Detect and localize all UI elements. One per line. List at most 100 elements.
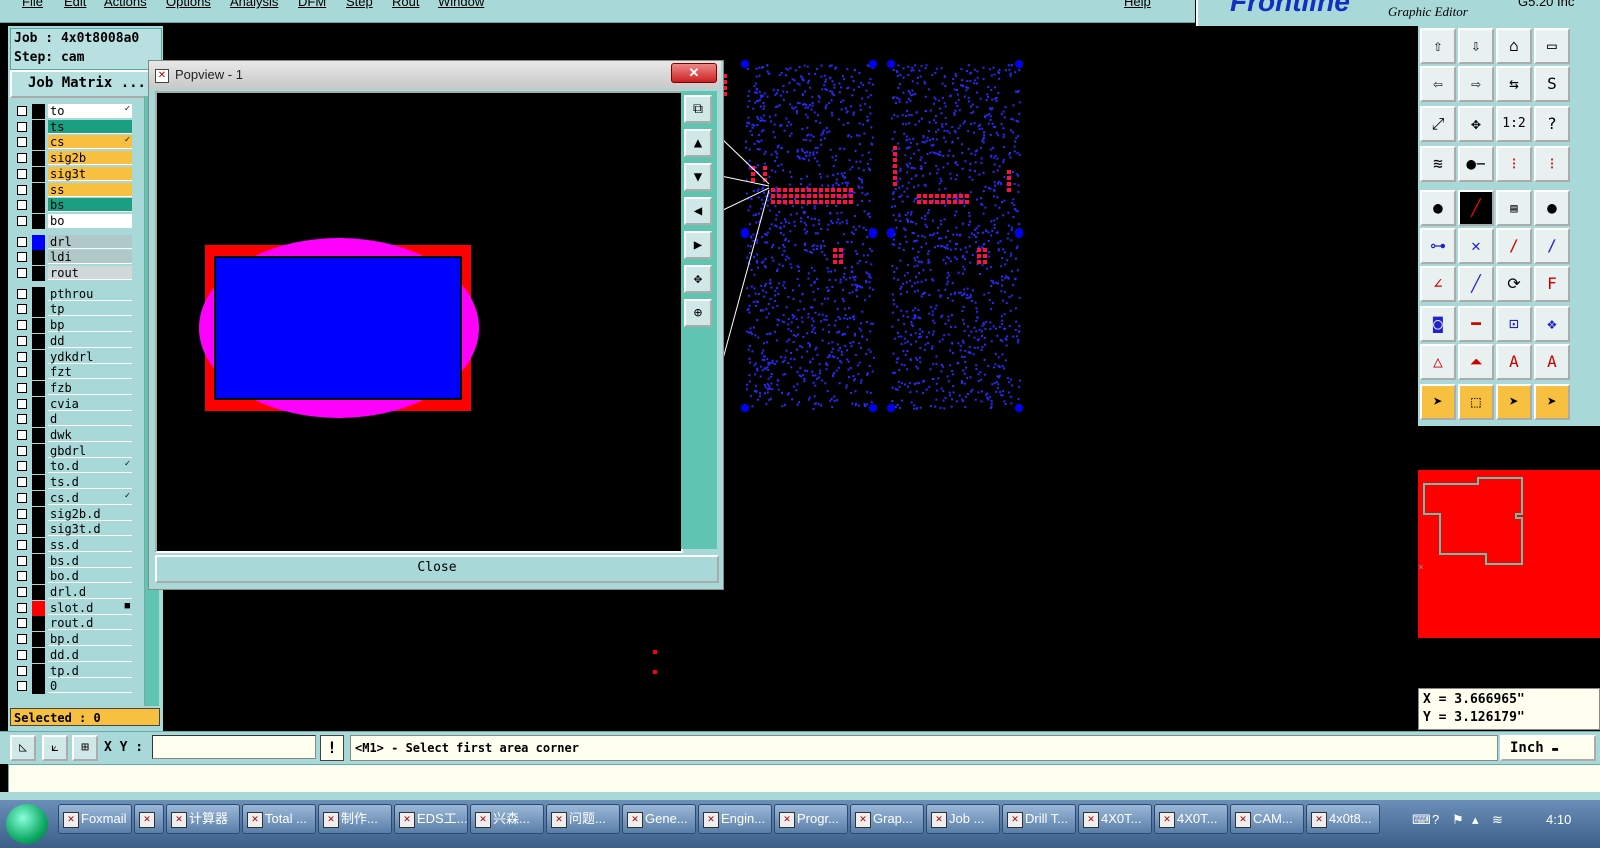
- pan-left-icon[interactable]: ⇦: [1420, 66, 1456, 102]
- layer-checkbox[interactable]: [17, 398, 27, 409]
- layer-name[interactable]: to.d: [48, 459, 132, 474]
- layer-name[interactable]: rout.d: [48, 616, 132, 631]
- layer-name[interactable]: fzb: [48, 380, 132, 395]
- layer-display-swatch[interactable]: [32, 475, 45, 491]
- window-close-button[interactable]: ✕: [671, 63, 717, 83]
- layer-display-swatch[interactable]: [32, 632, 45, 648]
- taskbar-button[interactable]: ✕ Grap...: [850, 804, 924, 834]
- grid-tool-icon[interactable]: ⊞: [72, 735, 98, 761]
- start-button[interactable]: [6, 804, 48, 844]
- layer-name[interactable]: ydkdrl: [48, 349, 132, 364]
- taskbar-button[interactable]: ✕ 4X0T...: [1078, 804, 1152, 834]
- layer-display-swatch[interactable]: [32, 151, 45, 167]
- horizontal-line-icon[interactable]: ━: [1458, 306, 1494, 342]
- menu-step[interactable]: Step: [346, 0, 373, 9]
- layer-display-swatch[interactable]: [32, 119, 45, 135]
- circle-fill-icon[interactable]: ●: [1534, 190, 1570, 226]
- layer-row[interactable]: tp: [12, 302, 132, 318]
- layer-display-swatch[interactable]: [32, 318, 45, 334]
- layer-display-swatch[interactable]: [32, 234, 45, 250]
- pad-icon[interactable]: ●: [1420, 190, 1456, 226]
- layer-display-swatch[interactable]: [32, 166, 45, 182]
- layer-checkbox[interactable]: [17, 236, 27, 247]
- layer-display-swatch[interactable]: [32, 585, 45, 600]
- layer-row[interactable]: dd.d: [12, 647, 132, 663]
- triangle-icon[interactable]: △: [1420, 344, 1456, 380]
- layer-display-swatch[interactable]: [32, 213, 45, 229]
- taskbar-button[interactable]: ✕ CAM...: [1230, 804, 1304, 834]
- layer-name[interactable]: sig3t: [48, 166, 132, 181]
- taskbar-button[interactable]: ✕ 4x0t8...: [1306, 804, 1380, 834]
- layer-row[interactable]: cs.d ✓: [12, 490, 132, 506]
- keyboard-icon[interactable]: ⌨: [1412, 812, 1431, 828]
- layer-row[interactable]: tp.d: [12, 663, 132, 679]
- taskbar-button[interactable]: ✕ 兴森...: [470, 804, 544, 834]
- menu-edit[interactable]: Edit: [64, 0, 86, 9]
- layer-row[interactable]: bs.d: [12, 553, 132, 569]
- menu-help[interactable]: Help: [1124, 0, 1151, 9]
- layer-row[interactable]: rout.d: [12, 616, 132, 632]
- select-pointer-icon[interactable]: ➤: [1420, 384, 1456, 420]
- layer-display-swatch[interactable]: [32, 600, 45, 616]
- taskbar-button[interactable]: ✕ 问题...: [546, 804, 620, 834]
- taskbar-button[interactable]: ✕: [134, 804, 164, 834]
- layer-checkbox[interactable]: [17, 508, 27, 519]
- layer-row[interactable]: d: [12, 412, 132, 428]
- layer-row[interactable]: sig3t: [12, 166, 132, 182]
- taskbar-button[interactable]: ✕ Drill T...: [1002, 804, 1076, 834]
- layer-display-swatch[interactable]: [32, 135, 45, 151]
- layer-checkbox[interactable]: [17, 587, 27, 597]
- layer-name[interactable]: drl.d: [48, 585, 132, 599]
- triangle-up-icon[interactable]: ⏶: [1458, 344, 1494, 380]
- layer-checkbox[interactable]: [17, 618, 27, 629]
- triangle-x-icon[interactable]: A: [1534, 344, 1570, 380]
- layer-checkbox[interactable]: [17, 602, 27, 613]
- layer-display-swatch[interactable]: [32, 412, 45, 428]
- taskbar-button[interactable]: ✕ Progr...: [774, 804, 848, 834]
- layer-name[interactable]: dwk: [48, 428, 132, 442]
- taskbar-button[interactable]: ✕ Foxmail: [58, 804, 132, 834]
- layer-row[interactable]: gbdrl: [12, 443, 132, 459]
- layer-name[interactable]: ts: [48, 119, 132, 134]
- layer-checkbox[interactable]: [17, 184, 27, 195]
- layer-display-swatch[interactable]: [32, 198, 45, 214]
- layer-name[interactable]: dd.d: [48, 647, 132, 662]
- popview-titlebar[interactable]: ✕ Popview - 1 ✕: [149, 61, 721, 89]
- layer-name[interactable]: bo: [48, 213, 132, 228]
- layer-checkbox[interactable]: [17, 539, 27, 550]
- group-icon[interactable]: ❖: [1534, 306, 1570, 342]
- overview-map[interactable]: ×: [1418, 470, 1600, 638]
- layer-row[interactable]: drl: [12, 234, 132, 250]
- layer-display-swatch[interactable]: [32, 506, 45, 522]
- layer-checkbox[interactable]: [17, 634, 27, 645]
- layer-display-swatch[interactable]: [32, 266, 45, 281]
- layer-checkbox[interactable]: [17, 649, 27, 660]
- layer-row[interactable]: cs ✓: [12, 135, 132, 151]
- taskbar-button[interactable]: ✕ 计算器: [166, 804, 240, 834]
- execute-button[interactable]: !: [320, 735, 344, 761]
- layer-checkbox[interactable]: [17, 137, 27, 148]
- layer-name[interactable]: bs: [48, 198, 132, 213]
- layer-name[interactable]: tp.d: [48, 663, 132, 678]
- layer-display-swatch[interactable]: [32, 663, 45, 679]
- copy-pad-icon[interactable]: ∕: [1534, 228, 1570, 264]
- layer-checkbox[interactable]: [17, 571, 27, 582]
- ruler-icon[interactable]: ▤: [1496, 190, 1532, 226]
- menu-dfm[interactable]: DFM: [298, 0, 326, 9]
- layer-name[interactable]: cs: [48, 135, 132, 150]
- cross-icon[interactable]: ✕: [1458, 228, 1494, 264]
- layer-checkbox[interactable]: [17, 351, 27, 362]
- menu-actions[interactable]: Actions: [104, 0, 147, 9]
- triangle-a-icon[interactable]: A: [1496, 344, 1532, 380]
- zoom-window-icon[interactable]: ⧉: [684, 95, 712, 123]
- layer-checkbox[interactable]: [17, 477, 27, 488]
- text-f-icon[interactable]: F: [1534, 266, 1570, 302]
- job-matrix-button[interactable]: Job Matrix ...: [10, 70, 164, 98]
- layer-row[interactable]: bo.d: [12, 569, 132, 585]
- taskbar-button[interactable]: ✕ Total ...: [242, 804, 316, 834]
- layer-row[interactable]: drl.d: [12, 585, 132, 600]
- layer-checkbox[interactable]: [17, 335, 27, 346]
- layer-display-swatch[interactable]: [32, 365, 45, 381]
- layer-display-swatch[interactable]: [32, 569, 45, 585]
- menu-rout[interactable]: Rout: [392, 0, 419, 9]
